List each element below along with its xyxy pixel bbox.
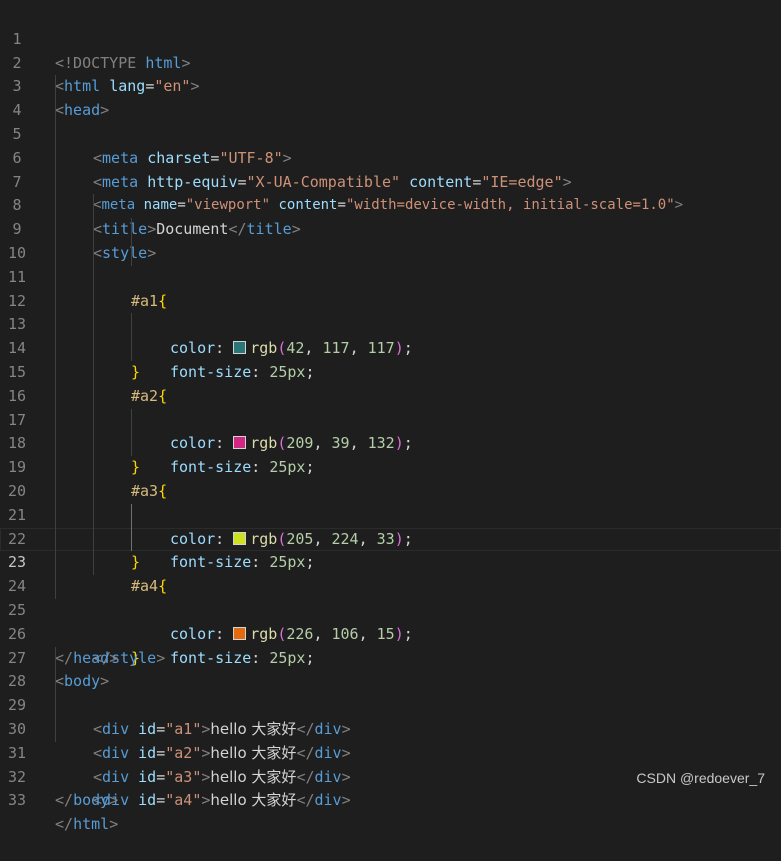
indent-guide — [55, 265, 56, 290]
indent-guide — [131, 432, 132, 457]
line-code: </html> — [55, 815, 119, 834]
indent-guide — [93, 503, 94, 528]
indent-guide — [55, 313, 56, 338]
code-line[interactable]: 10 color: rgb(42, 117, 117); — [0, 218, 781, 357]
indent-guide — [55, 694, 56, 718]
indent-guide — [93, 408, 94, 433]
code-line[interactable]: 15 font-size: 25px; — [0, 337, 781, 476]
indent-guide — [93, 479, 94, 504]
indent-guide — [93, 384, 94, 409]
indent-guide — [55, 670, 56, 695]
indent-guide — [55, 408, 56, 433]
indent-guide — [55, 503, 56, 528]
indent-guide — [93, 241, 94, 266]
code-line[interactable]: 17 #a3{ — [0, 384, 781, 500]
code-line[interactable]: 21 #a4{ — [0, 479, 781, 595]
indent-guide — [55, 337, 56, 361]
indent-guide — [93, 432, 94, 457]
code-line[interactable]: 19 font-size: 25px; — [0, 432, 781, 571]
indent-guide — [131, 527, 132, 552]
indent-guide — [131, 313, 132, 338]
code-line[interactable]: 28 <div id="a1">hello 大家好</div> — [0, 646, 781, 738]
indent-guide — [131, 241, 132, 266]
indent-guide — [93, 194, 94, 219]
indent-guide — [55, 527, 56, 552]
code-line[interactable]: 1 <!DOCTYPE html> — [0, 4, 781, 72]
code-line[interactable]: 32 </body> — [0, 742, 781, 810]
watermark: CSDN @redoever_7 — [636, 770, 765, 786]
indent-guide — [55, 99, 56, 123]
indent-guide — [55, 75, 56, 100]
code-line[interactable]: 5 <meta http-equiv="X-UA-Compatible" con… — [0, 99, 781, 191]
code-line[interactable]: 26 </head> — [0, 599, 781, 667]
code-line[interactable]: 27 <body> — [0, 623, 781, 691]
line-number: 33 — [7, 791, 27, 810]
indent-guide — [93, 289, 94, 314]
indent-guide — [93, 337, 94, 361]
indent-guide — [55, 646, 56, 671]
indent-guide — [93, 313, 94, 338]
indent-guide — [55, 479, 56, 504]
code-line[interactable]: 24 } — [0, 551, 781, 667]
indent-guide — [55, 218, 56, 242]
code-editor[interactable]: 1 <!DOCTYPE html> 2 <html lang="en"> 3 <… — [0, 4, 781, 833]
indent-guide — [131, 503, 132, 528]
code-line[interactable]: 25 </style> — [0, 575, 781, 667]
code-line[interactable]: 4 <meta charset="UTF-8"> — [0, 75, 781, 167]
indent-guide — [55, 122, 56, 147]
code-line[interactable]: 16 } — [0, 360, 781, 476]
indent-guide — [55, 194, 56, 219]
indent-guide — [55, 146, 56, 171]
indent-guide — [55, 360, 56, 385]
code-line[interactable]: 8 <style> — [0, 170, 781, 262]
indent-guide — [55, 432, 56, 457]
code-line[interactable]: 14 color: rgb(209, 39, 132); — [0, 313, 781, 452]
code-line-current[interactable]: 23 font-size: 25px; — [0, 527, 781, 667]
code-line[interactable]: 2 <html lang="en"> — [0, 28, 781, 96]
code-line[interactable]: 13 #a2{ — [0, 289, 781, 405]
code-line[interactable]: 18 color: rgb(205, 224, 33); — [0, 408, 781, 548]
code-line[interactable]: 20 } — [0, 456, 781, 571]
indent-guide — [93, 551, 94, 576]
code-line[interactable]: 9 #a1{ — [0, 194, 781, 310]
indent-guide — [93, 360, 94, 385]
indent-guide — [55, 456, 56, 480]
indent-guide — [55, 241, 56, 266]
indent-guide — [55, 717, 56, 742]
code-line[interactable]: 29 <div id="a2">hello 大家好</div> — [0, 670, 781, 762]
code-line[interactable]: 3 <head> — [0, 52, 781, 119]
indent-guide — [55, 384, 56, 409]
indent-guide — [55, 289, 56, 314]
indent-guide — [131, 337, 132, 361]
indent-guide — [93, 265, 94, 290]
code-line[interactable]: 31 <div id="a4">hello 大家好</div> — [0, 717, 781, 809]
line-code: <div id="a4">hello 大家好</div> — [93, 791, 351, 810]
indent-guide — [55, 551, 56, 576]
code-line[interactable]: 11 font-size: 25px; — [0, 241, 781, 381]
indent-guide — [93, 527, 94, 552]
code-line[interactable]: 22 color: rgb(226, 106, 15); — [0, 503, 781, 643]
code-line[interactable]: 7 <title>Document</title> — [0, 146, 781, 238]
code-line[interactable]: 30 <div id="a3">hello 大家好</div> — [0, 694, 781, 786]
indent-guide — [55, 170, 56, 195]
indent-guide — [55, 575, 56, 599]
code-line[interactable]: 12 } — [0, 265, 781, 381]
indent-guide — [93, 456, 94, 480]
indent-guide — [93, 218, 94, 242]
indent-guide — [131, 218, 132, 242]
indent-guide — [131, 408, 132, 433]
code-line[interactable]: 6 <meta name="viewport" content="width=d… — [0, 122, 781, 213]
line-code: </body> — [55, 791, 119, 810]
